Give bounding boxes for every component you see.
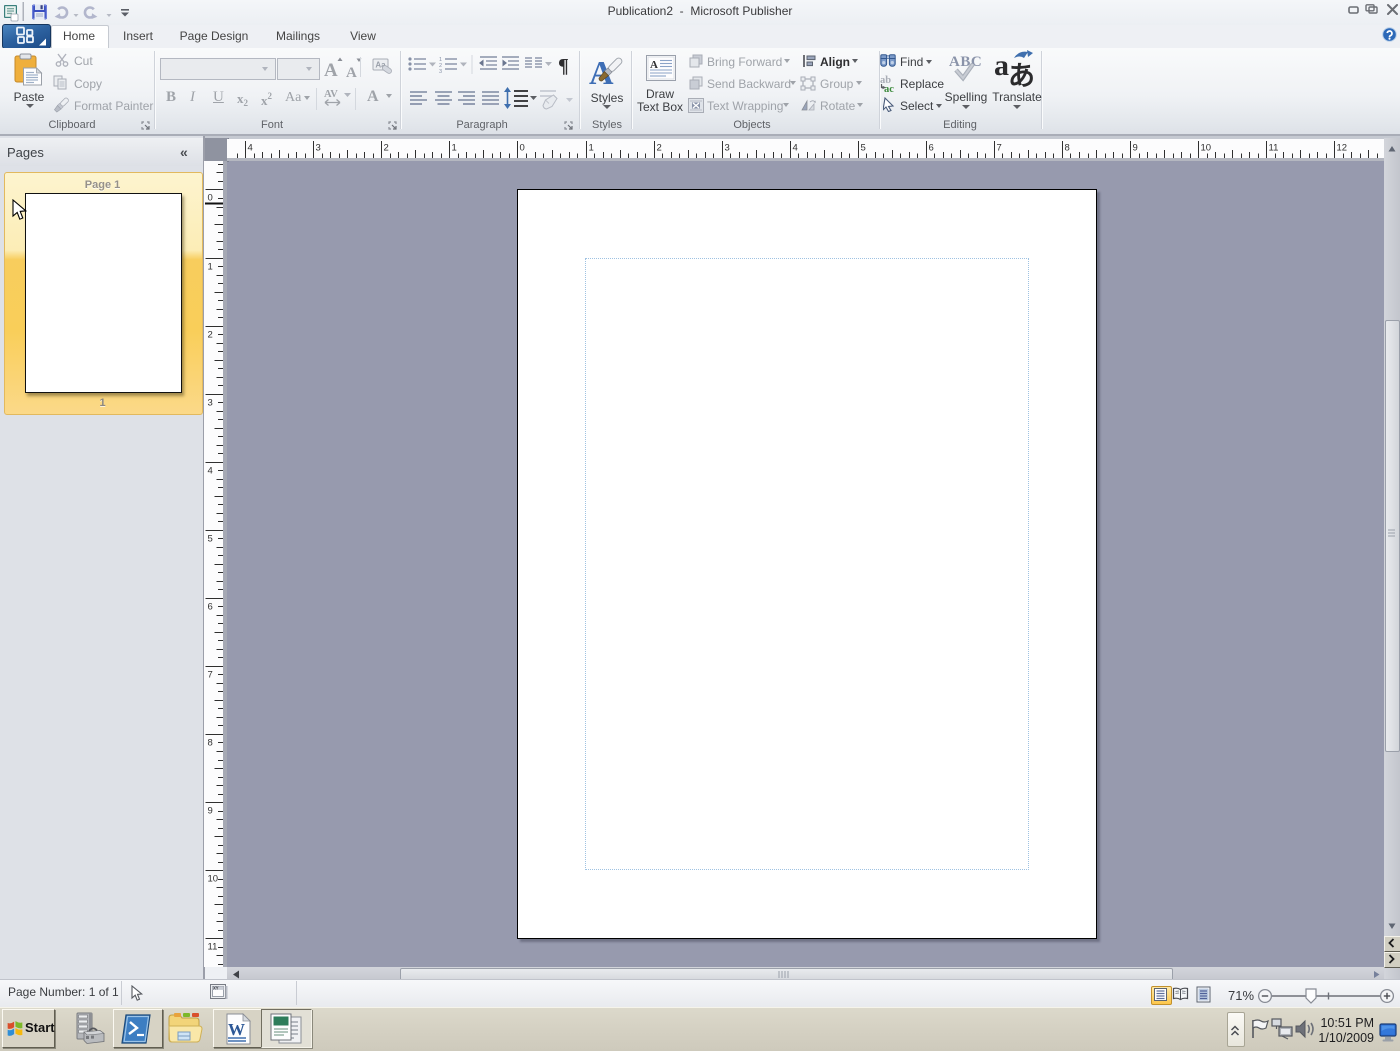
svg-text:XY: XY	[213, 986, 219, 991]
svg-text:4: 4	[248, 143, 253, 154]
svg-text:9: 9	[1133, 143, 1138, 154]
svg-text:4: 4	[793, 143, 798, 154]
svg-text:A: A	[650, 59, 658, 71]
svg-text:¶: ¶	[558, 55, 569, 77]
svg-text:W: W	[228, 1020, 245, 1039]
svg-text:3: 3	[725, 143, 730, 154]
svg-text:あ: あ	[1008, 61, 1035, 88]
svg-text:0: 0	[208, 193, 213, 204]
svg-text:12: 12	[1337, 143, 1348, 154]
svg-text:0: 0	[520, 143, 525, 154]
svg-text:7: 7	[208, 670, 213, 681]
svg-text:ABC: ABC	[949, 54, 982, 70]
svg-text:11: 11	[1269, 143, 1279, 154]
svg-text:7: 7	[997, 143, 1002, 154]
svg-text:a: a	[995, 49, 1009, 82]
svg-text:8: 8	[1065, 143, 1070, 154]
svg-text:8: 8	[208, 738, 213, 749]
svg-text:3: 3	[208, 398, 213, 409]
svg-text:1: 1	[208, 262, 213, 273]
svg-text:10: 10	[1201, 143, 1212, 154]
svg-text:5: 5	[861, 143, 866, 154]
svg-text:3: 3	[439, 69, 442, 75]
svg-text:3: 3	[316, 143, 321, 154]
svg-text:2: 2	[384, 143, 389, 154]
svg-text:AV: AV	[324, 89, 338, 100]
svg-text:1: 1	[589, 143, 594, 154]
svg-text:A: A	[346, 65, 357, 80]
svg-text:4: 4	[208, 466, 213, 477]
svg-text:A: A	[324, 60, 338, 80]
svg-text:ac: ac	[884, 84, 894, 93]
svg-text:9: 9	[208, 806, 213, 817]
svg-text:6: 6	[208, 602, 213, 613]
svg-text:10: 10	[208, 874, 219, 885]
svg-text:2: 2	[208, 330, 213, 341]
svg-text:6: 6	[929, 143, 934, 154]
svg-text:1: 1	[452, 143, 457, 154]
svg-text:11: 11	[208, 942, 218, 953]
svg-text:5: 5	[208, 534, 213, 545]
svg-text:2: 2	[657, 143, 662, 154]
